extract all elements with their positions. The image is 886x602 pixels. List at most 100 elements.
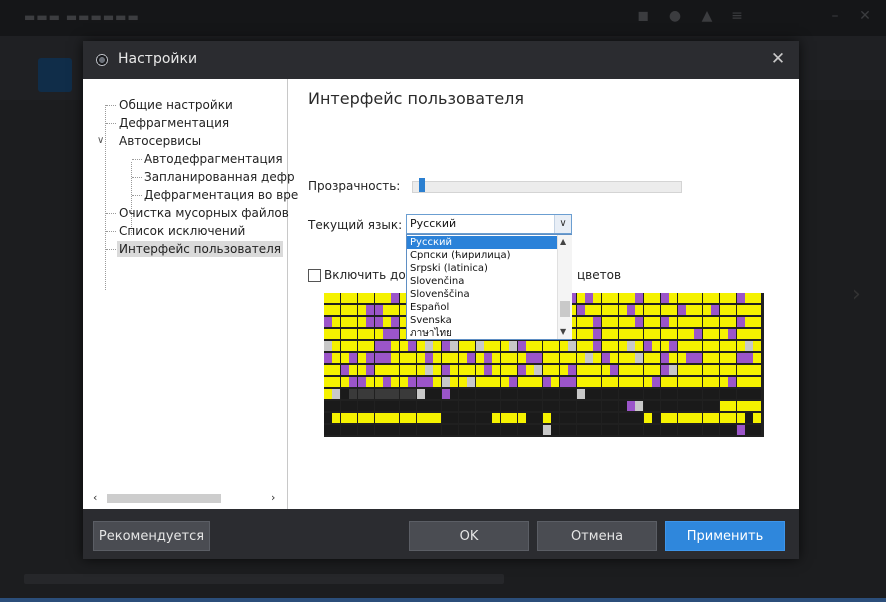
disk-cluster-cell [678,377,686,387]
accessibility-checkbox[interactable] [308,269,321,282]
dialog-footer: Рекомендуется OK Отмена Применить [83,509,799,559]
disk-cluster-cell [324,329,332,339]
tree-connector [106,105,116,106]
disk-cluster-cell [652,293,660,303]
disk-cluster-cell [568,353,576,363]
language-option[interactable]: Svenska [407,314,557,327]
language-option[interactable]: Српски (ћирилица) [407,249,557,262]
accessibility-checkbox-label-end[interactable]: цветов [577,268,621,282]
tree-item-autodefrag[interactable]: Автодефрагментация [144,151,283,167]
disk-cluster-cell [644,317,652,327]
disk-cluster-cell [728,329,736,339]
disk-cluster-cell [450,341,458,351]
disk-cluster-cell [720,305,728,315]
disk-cluster-cell [602,365,610,375]
tree-item-general[interactable]: Общие настройки [119,97,233,113]
disk-cluster-cell [745,389,753,399]
disk-cluster-cell [526,413,534,423]
tree-item-boot-defrag[interactable]: Дефрагментация во вре [144,187,298,203]
disk-cluster-cell [644,353,652,363]
disk-cluster-cell [417,341,425,351]
close-icon[interactable]: ✕ [769,50,787,68]
tree-item-defragmentation[interactable]: Дефрагментация [119,115,229,131]
tree-item-autoservices[interactable]: Автосервисы [119,133,201,149]
scroll-down-icon[interactable]: ▼ [560,327,566,336]
disk-cluster-cell [349,377,357,387]
disk-cluster-cell [375,293,383,303]
disk-cluster-cell [375,341,383,351]
disk-cluster-cell [678,341,686,351]
disk-cluster-cell [341,401,349,411]
language-option[interactable]: Русский [407,236,557,249]
language-option[interactable]: Slovenčina [407,275,557,288]
disk-cluster-cell [619,425,627,435]
cancel-button[interactable]: Отмена [537,521,657,551]
tree-item-user-interface[interactable]: Интерфейс пользователя [117,241,284,257]
language-option[interactable]: Srpski (latinica) [407,262,557,275]
disk-cluster-cell [417,377,425,387]
chevron-down-icon[interactable]: ∨ [554,215,571,233]
disk-cluster-cell [509,377,517,387]
disk-cluster-cell [753,413,761,423]
disk-cluster-cell [652,341,660,351]
tree-horizontal-scrollbar[interactable]: ‹ › [91,491,281,505]
disk-cluster-cell [391,377,399,387]
disk-cluster-cell [518,353,526,363]
dialog-titlebar[interactable]: Настройки ✕ [83,41,799,79]
recommended-button[interactable]: Рекомендуется [93,521,210,551]
disk-cluster-cell [644,293,652,303]
tree-item-junk-cleanup[interactable]: Очистка мусорных файлов [119,205,289,221]
language-option[interactable]: ภาษาไทย [407,327,557,340]
disk-cluster-cell [577,329,585,339]
language-option[interactable]: Español [407,301,557,314]
language-select[interactable]: Русский ∨ [406,214,572,234]
disk-cluster-cell [627,353,635,363]
disk-cluster-cell [492,377,500,387]
disk-cluster-cell [383,305,391,315]
chevron-down-icon[interactable]: ∨ [97,135,104,146]
background-shirt-icon: ▲ [701,8,713,24]
tree-item-exclusions[interactable]: Список исключений [119,223,245,239]
language-option[interactable]: Slovenščina [407,288,557,301]
disk-cluster-cell [450,425,458,435]
disk-cluster-cell [661,353,669,363]
disk-cluster-cell [652,305,660,315]
disk-cluster-cell [476,425,484,435]
transparency-slider[interactable] [412,181,682,193]
disk-cluster-cell [703,401,711,411]
dropdown-scrollbar-thumb[interactable] [560,301,570,317]
disk-cluster-cell [728,365,736,375]
scroll-right-icon[interactable]: › [271,491,275,504]
language-dropdown-list[interactable]: Русский Српски (ћирилица) Srpski (latini… [406,234,572,340]
disk-cluster-cell [341,329,349,339]
accessibility-checkbox-label[interactable]: Включить дост [324,268,419,282]
disk-cluster-cell [635,353,643,363]
transparency-slider-thumb[interactable] [419,178,426,192]
tree-connector [132,159,142,160]
disk-cluster-cell [585,317,593,327]
disk-cluster-cell [627,389,635,399]
apply-button[interactable]: Применить [665,521,785,551]
disk-cluster-cell [383,341,391,351]
background-user-icon: ● [668,8,682,24]
scroll-left-icon[interactable]: ‹ [93,491,97,504]
dropdown-scrollbar[interactable]: ▲ ▼ [557,235,572,339]
disk-cluster-cell [661,365,669,375]
scrollbar-thumb[interactable] [107,494,221,503]
disk-cluster-cell [484,341,492,351]
disk-cluster-cell [391,317,399,327]
scroll-up-icon[interactable]: ▲ [560,237,566,246]
defrag-app-icon [94,52,110,68]
disk-cluster-cell [720,365,728,375]
disk-cluster-cell [652,413,660,423]
disk-cluster-cell [518,365,526,375]
disk-cluster-cell [720,341,728,351]
ok-button[interactable]: OK [409,521,529,551]
disk-cluster-cell [358,377,366,387]
disk-cluster-cell [737,425,745,435]
disk-cluster-cell [341,341,349,351]
disk-cluster-cell [610,389,618,399]
disk-cluster-cell [459,341,467,351]
disk-cluster-cell [585,425,593,435]
tree-item-scheduled-defrag[interactable]: Запланированная дефр [144,169,295,185]
